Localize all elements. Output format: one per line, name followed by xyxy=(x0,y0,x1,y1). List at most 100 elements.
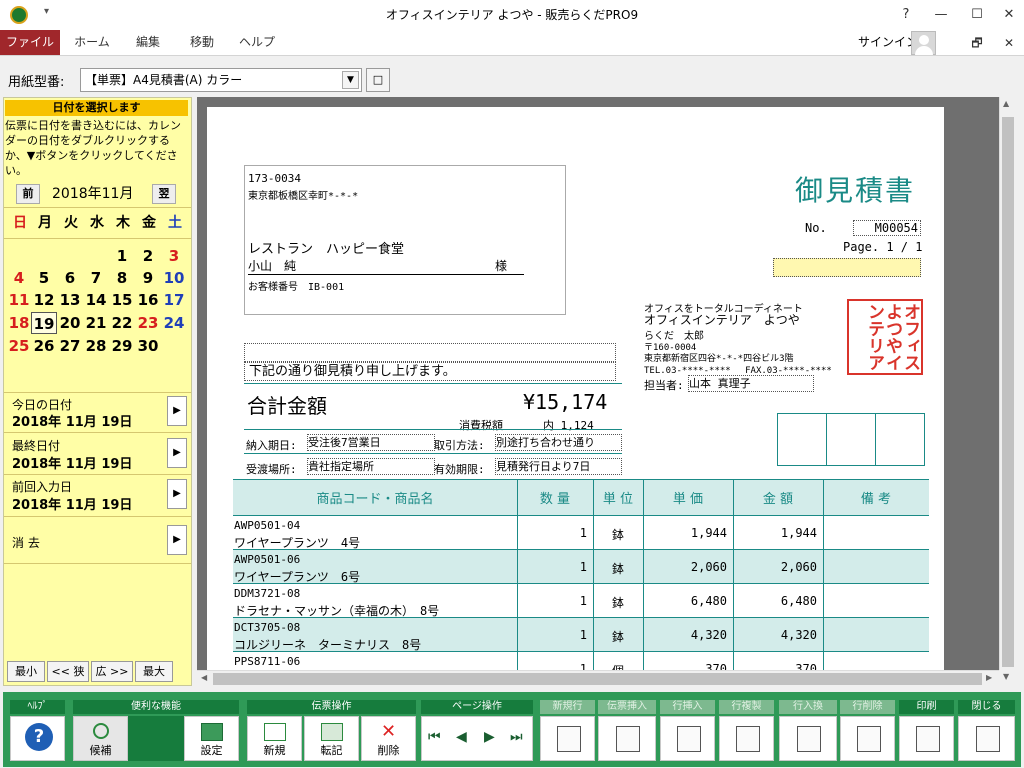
horizontal-scroll-thumb[interactable] xyxy=(213,673,982,685)
zoom-wide-button[interactable]: 広 >> xyxy=(91,661,133,682)
valid-value[interactable]: 見積発行日より7日 xyxy=(495,458,622,475)
ribbon-restore-button[interactable]: 🗗 xyxy=(960,28,994,58)
scroll-right-icon[interactable]: ▶ xyxy=(986,673,992,682)
new-slip-button[interactable]: 新規 xyxy=(247,716,302,761)
calendar-day[interactable]: 1 xyxy=(109,245,135,267)
calendar-day[interactable]: 22 xyxy=(109,312,135,334)
calendar-day[interactable]: 3 xyxy=(161,245,187,267)
close-button[interactable]: ✕ xyxy=(992,0,1024,30)
place-value[interactable]: 貴社指定場所 xyxy=(307,458,435,475)
tax-value: 内 1,124 xyxy=(543,419,594,432)
tab-help[interactable]: ヘルプ xyxy=(234,30,280,55)
help-button[interactable]: ? xyxy=(889,0,923,30)
calendar-day[interactable]: 6 xyxy=(57,267,83,289)
row-price: 4,320 xyxy=(690,628,727,642)
calendar-day[interactable]: 20 xyxy=(57,312,83,334)
estimate-document: 173-0034 東京都板橋区幸町*-*-* レストラン ハッピー食堂 小山 純… xyxy=(207,107,944,670)
insert-row-icon xyxy=(676,726,701,752)
calendar-day[interactable]: 25 xyxy=(6,335,32,357)
calendar-day[interactable]: 10 xyxy=(161,267,187,289)
duplicate-row-button[interactable] xyxy=(719,716,774,761)
zoom-narrow-button[interactable]: << 狭 xyxy=(47,661,89,682)
next-page-icon[interactable]: ▶ xyxy=(484,729,495,745)
last-page-icon[interactable]: ⏭ xyxy=(510,729,523,745)
candidate-button[interactable]: 候補 xyxy=(73,716,128,761)
insert-row-button[interactable] xyxy=(660,716,715,761)
calendar-day[interactable]: 29 xyxy=(109,335,135,357)
scroll-up-icon[interactable]: ▲ xyxy=(1003,99,1009,108)
calendar-day[interactable]: 11 xyxy=(6,289,32,311)
last-date-insert-button[interactable]: ▶ xyxy=(167,438,187,468)
prev-page-icon[interactable]: ◀ xyxy=(456,729,467,745)
calendar-day[interactable]: 12 xyxy=(31,289,57,311)
calendar-day[interactable]: 2 xyxy=(135,245,161,267)
prev-input-insert-button[interactable]: ▶ xyxy=(167,479,187,509)
settings-button[interactable]: 設定 xyxy=(184,716,239,761)
prev-month-button[interactable]: 前 xyxy=(16,184,40,204)
company-seal: オフィスよつやインテリア xyxy=(847,299,923,375)
calendar-day[interactable]: 24 xyxy=(161,312,187,334)
extra-field[interactable] xyxy=(773,258,921,277)
intro-blank-field[interactable] xyxy=(244,343,616,362)
next-month-button[interactable]: 翌 xyxy=(152,184,176,204)
calendar-day[interactable]: 30 xyxy=(135,335,161,357)
vertical-scroll-thumb[interactable] xyxy=(1002,117,1014,667)
estimate-number[interactable]: M00054 xyxy=(853,220,921,236)
chevron-down-icon[interactable]: ▼ xyxy=(342,71,359,89)
paper-option-button[interactable]: □ xyxy=(366,68,390,92)
calendar-day[interactable]: 9 xyxy=(135,267,161,289)
calendar-day[interactable]: 23 xyxy=(135,312,161,334)
paper-type-select[interactable]: 【単票】A4見積書(A) カラー xyxy=(80,68,362,92)
tab-home[interactable]: ホーム xyxy=(68,30,116,55)
intro-text[interactable]: 下記の通り御見積り申し上げます。 xyxy=(244,362,616,381)
transfer-button[interactable]: 転記 xyxy=(304,716,359,761)
tab-edit[interactable]: 編集 xyxy=(126,30,170,55)
calendar-day[interactable]: 5 xyxy=(31,267,57,289)
delete-row-icon xyxy=(856,726,881,752)
delivery-value[interactable]: 受注後7営業日 xyxy=(307,434,435,451)
calendar-day[interactable]: 4 xyxy=(6,267,32,289)
calendar-day[interactable]: 14 xyxy=(83,289,109,311)
minimize-button[interactable]: — xyxy=(924,0,958,30)
toolbar-group-1: 便利な機能 xyxy=(73,700,239,714)
calendar-day[interactable]: 27 xyxy=(57,335,83,357)
print-button[interactable] xyxy=(899,716,954,761)
company-name: オフィスインテリア よつや xyxy=(644,313,800,327)
calendar-day[interactable]: 16 xyxy=(135,289,161,311)
signin-link[interactable]: サインイン xyxy=(858,30,918,55)
staff-value[interactable]: 山本 真理子 xyxy=(688,375,814,392)
maximize-button[interactable]: ☐ xyxy=(960,0,994,30)
zoom-max-button[interactable]: 最大 xyxy=(135,661,173,682)
avatar[interactable] xyxy=(911,31,936,55)
calendar-day[interactable]: 17 xyxy=(161,289,187,311)
new-row-button[interactable] xyxy=(540,716,595,761)
today-insert-button[interactable]: ▶ xyxy=(167,396,187,426)
calendar-day[interactable]: 7 xyxy=(83,267,109,289)
row-price: 6,480 xyxy=(690,594,727,608)
swap-row-button[interactable] xyxy=(779,716,837,761)
insert-slip-button[interactable] xyxy=(598,716,656,761)
delete-row-button[interactable] xyxy=(840,716,895,761)
calendar-day[interactable]: 15 xyxy=(109,289,135,311)
ribbon-close-button[interactable]: ✕ xyxy=(992,28,1024,58)
help-tool-button[interactable]: ? xyxy=(10,716,65,761)
calendar-day[interactable]: 8 xyxy=(109,267,135,289)
calendar-day[interactable]: 21 xyxy=(83,312,109,334)
calendar-day[interactable]: 13 xyxy=(57,289,83,311)
close-slip-button[interactable] xyxy=(958,716,1015,761)
zoom-min-button[interactable]: 最小 xyxy=(7,661,45,682)
tab-file[interactable]: ファイル xyxy=(0,30,60,55)
scroll-down-icon[interactable]: ▼ xyxy=(1003,672,1009,681)
row-qty: 1 xyxy=(579,594,587,608)
tab-move[interactable]: 移動 xyxy=(180,30,224,55)
first-page-icon[interactable]: ⏮ xyxy=(428,729,441,745)
payment-value[interactable]: 別途打ち合わせ通り xyxy=(495,434,622,451)
calendar-day[interactable]: 19 xyxy=(31,312,57,334)
calendar-day[interactable]: 18 xyxy=(6,312,32,334)
calendar-day[interactable]: 26 xyxy=(31,335,57,357)
scroll-left-icon[interactable]: ◀ xyxy=(201,673,207,682)
delete-slip-button[interactable]: ✕ 削除 xyxy=(361,716,416,761)
clear-button[interactable]: ▶ xyxy=(167,525,187,555)
customer-address: 東京都板橋区幸町*-*-* xyxy=(248,191,359,202)
calendar-day[interactable]: 28 xyxy=(83,335,109,357)
